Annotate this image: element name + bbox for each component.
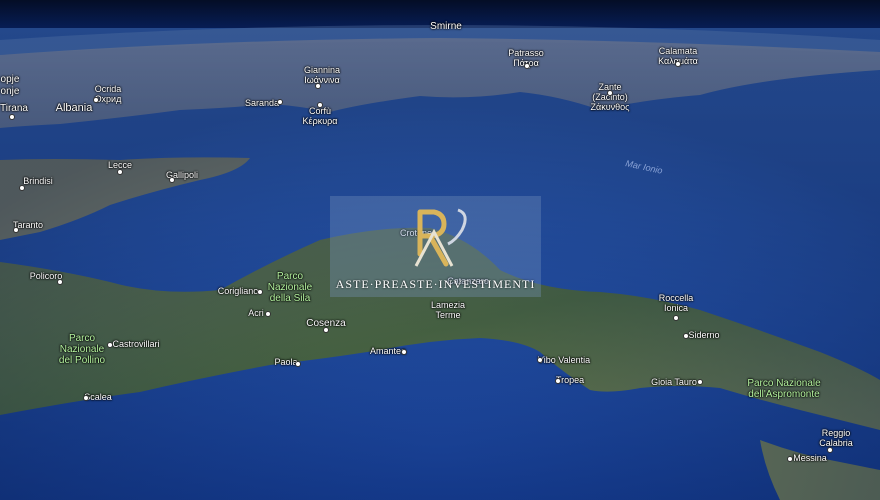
- town-dot: [9, 114, 15, 120]
- label-gioia: Gioia Tauro: [651, 377, 697, 387]
- town-dot: [683, 333, 689, 339]
- town-dot: [169, 177, 175, 183]
- label-onje: onje: [0, 86, 20, 97]
- label-messina: Messina: [793, 453, 827, 463]
- town-dot: [117, 169, 123, 175]
- label-reggio: Reggio Calabria: [819, 428, 853, 448]
- label-corigliano: Corigliano: [217, 286, 259, 296]
- town-dot: [524, 63, 530, 69]
- town-dot: [57, 279, 63, 285]
- label-brindisi: Brindisi: [23, 176, 53, 186]
- watermark: ASTE·PREASTE·INVESTIMENTI: [330, 196, 541, 297]
- label-zante: Zante (Zacinto) Ζάκυνθος: [590, 82, 630, 112]
- label-paola: Paola: [274, 357, 298, 367]
- label-albania: Albania: [55, 102, 93, 114]
- label-smirne: Smirne: [430, 21, 462, 32]
- label-castrovillari: Castrovillari: [112, 339, 160, 349]
- town-dot: [317, 102, 323, 108]
- label-park-sila: Parco Nazionale della Sila: [267, 271, 313, 304]
- town-dot: [555, 378, 561, 384]
- town-dot: [257, 289, 263, 295]
- watermark-text: ASTE·PREASTE·INVESTIMENTI: [335, 277, 536, 291]
- town-dot: [13, 227, 19, 233]
- label-park-aspromonte: Parco Nazionale dell'Aspromonte: [747, 378, 821, 400]
- label-siderno: Siderno: [688, 330, 720, 340]
- town-dot: [323, 327, 329, 333]
- town-dot: [295, 361, 301, 367]
- town-dot: [787, 456, 793, 462]
- town-dot: [277, 99, 283, 105]
- town-dot: [675, 61, 681, 67]
- label-roccella: Roccella Ionica: [658, 293, 694, 313]
- town-dot: [697, 379, 703, 385]
- town-dot: [827, 447, 833, 453]
- town-dot: [93, 97, 99, 103]
- town-dot: [83, 395, 89, 401]
- label-park-pollino: Parco Nazionale del Pollino: [58, 333, 106, 366]
- town-dot: [265, 311, 271, 317]
- town-dot: [537, 357, 543, 363]
- label-corfu: Corfù Κέρκυρα: [302, 106, 338, 126]
- town-dot: [107, 342, 113, 348]
- label-lamezia: Lamezia Terme: [430, 300, 466, 320]
- town-dot: [315, 83, 321, 89]
- label-giannina: Giannina Ιωάννινα: [303, 65, 341, 85]
- town-dot: [673, 315, 679, 321]
- label-saranda: Saranda: [244, 98, 280, 108]
- label-acri: Acri: [248, 308, 264, 318]
- label-vibo: Vibo Valentia: [537, 355, 591, 365]
- town-dot: [19, 185, 25, 191]
- town-dot: [607, 90, 613, 96]
- label-opje: opje: [0, 74, 20, 85]
- label-tirana: Tirana: [0, 103, 28, 114]
- town-dot: [401, 349, 407, 355]
